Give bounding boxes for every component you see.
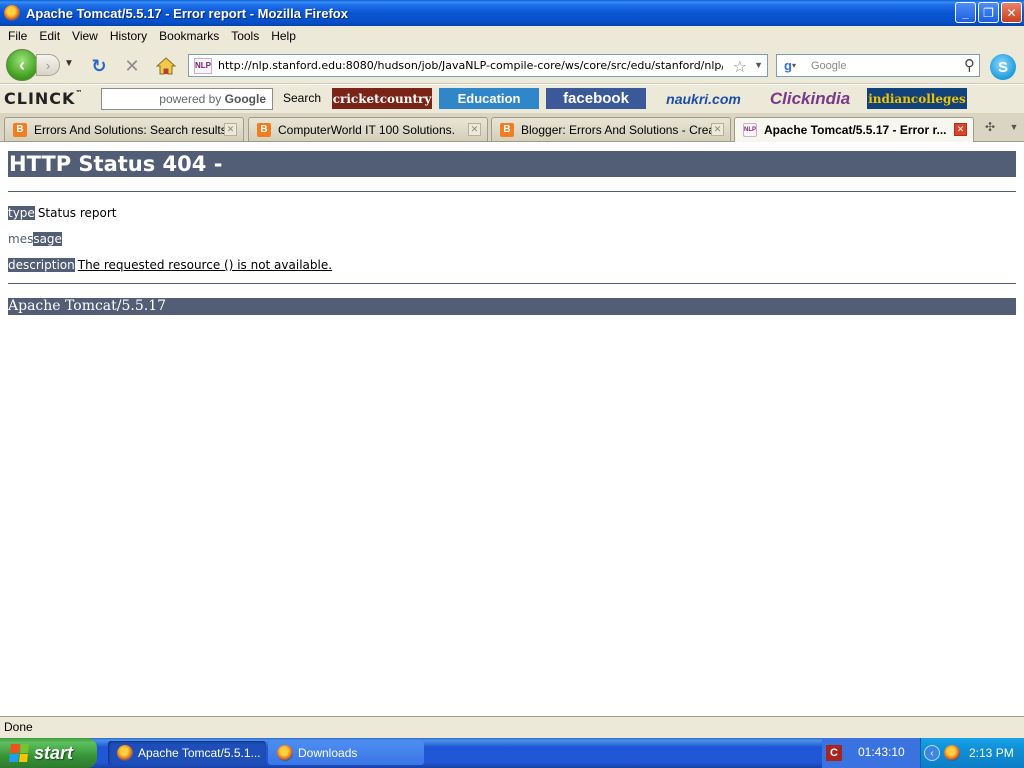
- description-label: description: [8, 258, 75, 272]
- type-row: type Status report: [8, 205, 117, 221]
- nlp-icon: NLP: [743, 123, 757, 137]
- page-content: HTTP Status 404 - type Status report mess…: [0, 142, 1024, 716]
- type-label: type: [8, 206, 35, 220]
- message-label-end: sage: [33, 232, 62, 246]
- taskbar-item-firefox[interactable]: Apache Tomcat/5.5.1...: [108, 741, 266, 765]
- clinck-logo: CLINCK™: [4, 89, 84, 108]
- url-text[interactable]: http://nlp.stanford.edu:8080/hudson/job/…: [218, 59, 723, 72]
- reload-icon[interactable]: ↻: [88, 55, 110, 77]
- link-clickindia[interactable]: Clickindia: [760, 88, 860, 109]
- google-text: Google: [224, 92, 266, 106]
- menu-bar: File Edit View History Bookmarks Tools H…: [0, 26, 1024, 46]
- firefox-tray-icon[interactable]: [944, 745, 960, 761]
- menu-help[interactable]: Help: [265, 29, 302, 43]
- taskbar-item-downloads[interactable]: Downloads: [268, 741, 424, 765]
- menu-file[interactable]: File: [2, 29, 33, 43]
- window-controls: _ ❐ ✕: [955, 2, 1022, 23]
- tab-tomcat-error[interactable]: NLP Apache Tomcat/5.5.17 - Error r... ✕: [734, 117, 974, 142]
- history-dropdown-icon[interactable]: ▼: [64, 58, 74, 69]
- window-titlebar[interactable]: Apache Tomcat/5.5.17 - Error report - Mo…: [0, 0, 1024, 26]
- status-text: Done: [4, 720, 33, 734]
- taskbar-item-label: Downloads: [298, 746, 358, 760]
- taskbar-item-label: Apache Tomcat/5.5.1...: [138, 746, 261, 760]
- magnifier-icon[interactable]: ⚲: [964, 56, 975, 74]
- divider: [8, 191, 1016, 192]
- link-indiancolleges[interactable]: indiancolleges: [867, 88, 967, 109]
- link-cricketcountry[interactable]: cricketcountry: [332, 88, 432, 109]
- firefox-icon: [4, 5, 20, 21]
- powered-by-text: powered by: [159, 92, 222, 106]
- status-bar: Done: [0, 716, 1024, 738]
- stop-icon[interactable]: ✕: [121, 55, 143, 77]
- blogger-icon: B: [500, 122, 514, 137]
- description-value: The requested resource () is not availab…: [77, 258, 333, 272]
- description-row: description The requested resource () is …: [8, 257, 332, 273]
- menu-history[interactable]: History: [104, 29, 153, 43]
- tray-counter: 01:43:10: [858, 745, 905, 759]
- tab-computerworld[interactable]: B ComputerWorld IT 100 Solutions. ✕: [248, 117, 488, 141]
- windows-taskbar: start Apache Tomcat/5.5.1... Downloads C…: [0, 738, 1024, 768]
- type-value: Status report: [37, 206, 117, 220]
- search-bar[interactable]: g ▾ Google ⚲: [776, 54, 980, 77]
- message-row: message: [8, 231, 62, 247]
- clock: 2:13 PM: [969, 746, 1014, 760]
- quick-tray: C 01:43:10: [822, 738, 920, 768]
- search-input[interactable]: Google: [811, 60, 846, 72]
- minimize-button[interactable]: _: [955, 2, 976, 23]
- divider: [8, 283, 1016, 284]
- firefox-icon: [117, 745, 133, 761]
- search-engine-icon[interactable]: g ▾: [777, 55, 803, 76]
- clinck-search-input[interactable]: powered by Google: [101, 88, 273, 110]
- windows-logo-icon: [9, 744, 29, 762]
- tab-close-icon[interactable]: ✕: [224, 123, 237, 136]
- firefox-icon: [277, 745, 293, 761]
- list-all-tabs-icon[interactable]: ▼: [1006, 118, 1022, 136]
- forward-arrow-icon: ›: [45, 57, 51, 73]
- menu-tools[interactable]: Tools: [225, 29, 265, 43]
- server-footer: Apache Tomcat/5.5.17: [8, 298, 1016, 315]
- blogger-icon: B: [257, 122, 271, 137]
- link-naukri[interactable]: naukri.com: [652, 88, 755, 109]
- window-title: Apache Tomcat/5.5.17 - Error report - Mo…: [26, 5, 348, 21]
- clinck-toolbar: CLINCK™ powered by Google Search cricket…: [0, 85, 1024, 113]
- home-icon[interactable]: [155, 55, 177, 77]
- maximize-button[interactable]: ❐: [978, 2, 999, 23]
- clinck-search-button[interactable]: Search: [283, 91, 321, 105]
- message-label-start: mes: [8, 232, 34, 246]
- close-button[interactable]: ✕: [1001, 2, 1022, 23]
- start-button[interactable]: start: [0, 738, 97, 768]
- back-button[interactable]: ‹: [6, 49, 38, 81]
- blogger-icon: B: [13, 122, 27, 137]
- tab-close-icon[interactable]: ✕: [954, 123, 967, 136]
- new-tab-icon[interactable]: ✣: [980, 118, 1000, 136]
- tray-app-icon[interactable]: C: [826, 745, 842, 761]
- tab-label: Blogger: Errors And Solutions - Creat...: [521, 122, 711, 137]
- page-title: HTTP Status 404 -: [8, 151, 1016, 177]
- tab-label: Errors And Solutions: Search results f..…: [34, 122, 224, 137]
- url-dropdown-icon[interactable]: ▼: [754, 60, 763, 70]
- forward-button[interactable]: ›: [36, 54, 60, 76]
- system-tray: ‹ 2:13 PM: [920, 738, 1024, 768]
- tab-blogger-create[interactable]: B Blogger: Errors And Solutions - Creat.…: [491, 117, 731, 141]
- site-favicon: NLP: [194, 57, 212, 74]
- url-bar[interactable]: NLP http://nlp.stanford.edu:8080/hudson/…: [188, 54, 768, 77]
- tab-errors-solutions-search[interactable]: B Errors And Solutions: Search results f…: [4, 117, 244, 141]
- link-education[interactable]: Education: [439, 88, 539, 109]
- tab-label: Apache Tomcat/5.5.17 - Error r...: [764, 123, 947, 137]
- menu-view[interactable]: View: [66, 29, 104, 43]
- tab-close-icon[interactable]: ✕: [711, 123, 724, 136]
- tab-strip: B Errors And Solutions: Search results f…: [0, 113, 1024, 142]
- bookmark-star-icon[interactable]: ☆: [733, 57, 747, 77]
- tab-close-icon[interactable]: ✕: [468, 123, 481, 136]
- show-hidden-icons-icon[interactable]: ‹: [924, 745, 940, 761]
- menu-bookmarks[interactable]: Bookmarks: [153, 29, 225, 43]
- start-label: start: [34, 742, 74, 763]
- menu-edit[interactable]: Edit: [33, 29, 66, 43]
- tab-label: ComputerWorld IT 100 Solutions.: [278, 122, 455, 137]
- link-facebook[interactable]: facebook: [546, 88, 646, 109]
- skype-icon[interactable]: S: [990, 54, 1016, 80]
- back-arrow-icon: ‹: [19, 54, 25, 75]
